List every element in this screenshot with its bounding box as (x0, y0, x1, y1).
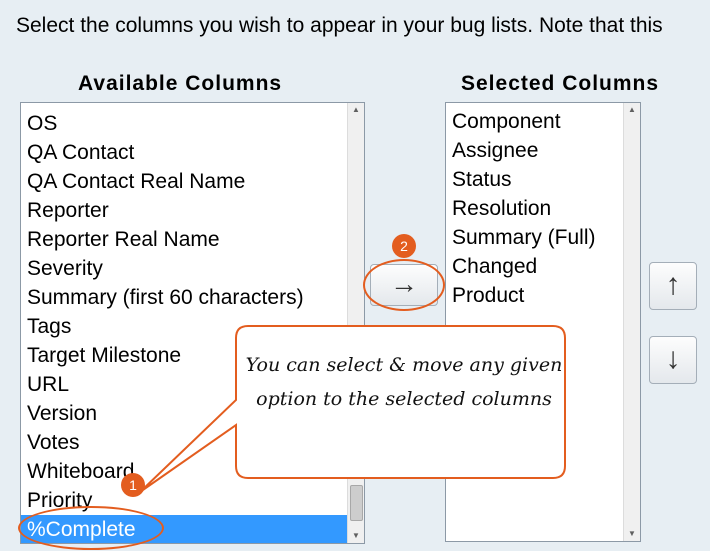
available-columns-heading: Available Columns (78, 72, 283, 95)
selected-columns-heading: Selected Columns (461, 72, 660, 95)
list-item[interactable]: Changed (446, 252, 623, 281)
selected-columns-items: Component Assignee Status Resolution Sum… (446, 107, 623, 310)
available-columns-listbox[interactable]: OS QA Contact QA Contact Real Name Repor… (20, 102, 365, 544)
scroll-down-icon[interactable]: ▼ (348, 529, 364, 543)
arrow-up-icon: ↑ (665, 268, 681, 301)
list-item[interactable]: Reporter Real Name (21, 225, 347, 254)
list-item[interactable]: Resolution (446, 194, 623, 223)
list-item[interactable]: QA Contact (21, 138, 347, 167)
list-item[interactable]: Whiteboard (21, 457, 347, 486)
arrow-down-icon: ↓ (665, 342, 681, 375)
add-button-highlight (363, 259, 445, 311)
selected-columns-listbox[interactable]: Component Assignee Status Resolution Sum… (445, 102, 641, 542)
list-item[interactable]: Severity (21, 254, 347, 283)
list-item[interactable]: Product (446, 281, 623, 310)
list-item[interactable]: Component (446, 107, 623, 136)
scroll-down-icon[interactable]: ▼ (624, 527, 640, 541)
list-item[interactable]: Votes (21, 428, 347, 457)
move-up-button[interactable]: ↑ (649, 262, 697, 310)
list-item[interactable]: Summary (first 60 characters) (21, 283, 347, 312)
scroll-thumb[interactable] (350, 485, 363, 521)
list-item[interactable]: Status (446, 165, 623, 194)
available-columns-items: OS QA Contact QA Contact Real Name Repor… (21, 109, 347, 543)
list-item[interactable]: Summary (Full) (446, 223, 623, 252)
step-badge-1: 1 (121, 473, 145, 497)
list-item[interactable]: Assignee (446, 136, 623, 165)
intro-text: Select the columns you wish to appear in… (16, 14, 663, 37)
list-item[interactable]: Reporter (21, 196, 347, 225)
tooltip-text: You can select & move any given option t… (245, 354, 563, 410)
complete-item-highlight (18, 506, 164, 550)
scroll-up-icon[interactable]: ▲ (348, 103, 364, 117)
selected-columns-scrollbar[interactable]: ▲ ▼ (623, 103, 640, 541)
move-down-button[interactable]: ↓ (649, 336, 697, 384)
available-columns-scrollbar[interactable]: ▲ ▼ (347, 103, 364, 543)
list-item[interactable]: QA Contact Real Name (21, 167, 347, 196)
step-badge-2: 2 (392, 234, 416, 258)
list-item[interactable]: OS (21, 109, 347, 138)
scroll-up-icon[interactable]: ▲ (624, 103, 640, 117)
list-item[interactable]: Tags (21, 312, 347, 341)
